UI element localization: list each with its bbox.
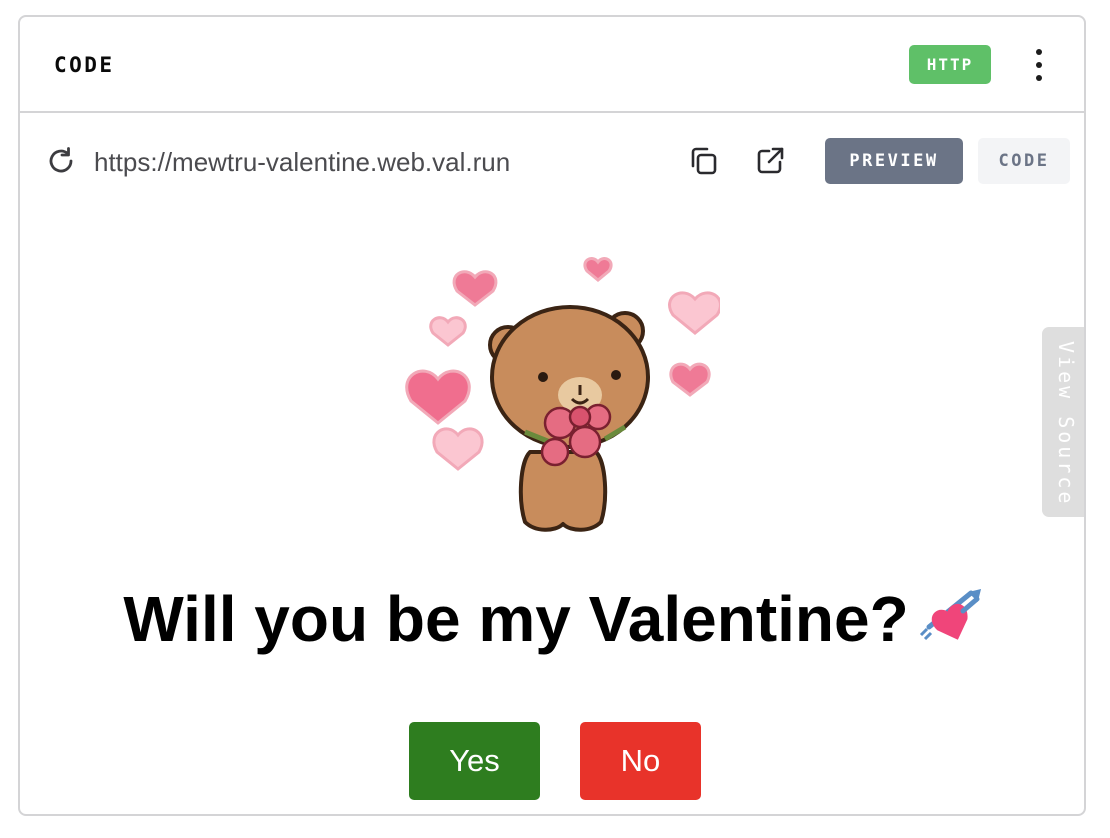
copy-icon[interactable] [687,144,721,178]
tab-preview[interactable]: PREVIEW [825,138,963,184]
refresh-icon[interactable] [46,146,76,176]
preview-toolbar: https://mewtru-valentine.web.val.run PRE… [20,113,1084,203]
val-card: CODE HTTP https://mewtru-valentine.web.v… [18,15,1086,816]
external-link-icon[interactable] [753,144,787,178]
card-header: CODE HTTP [20,17,1084,113]
preview-url[interactable]: https://mewtru-valentine.web.val.run [94,147,510,178]
bear-with-roses-image [405,257,720,532]
view-source-label: View Source [1054,341,1078,507]
kebab-dot [1036,49,1042,55]
yes-button[interactable]: Yes [409,722,540,800]
view-source-tab[interactable]: View Source [1042,327,1084,517]
no-button[interactable]: No [580,722,701,800]
question-text: Will you be my Valentine? [123,583,909,655]
card-title: CODE [54,53,115,77]
heart-with-arrow-emoji [919,589,981,641]
valentine-question: Will you be my Valentine? [20,582,1084,656]
http-badge: HTTP [909,45,991,84]
kebab-dot [1036,75,1042,81]
kebab-menu-icon[interactable] [1028,47,1050,83]
kebab-dot [1036,62,1042,68]
tab-code[interactable]: CODE [978,138,1070,184]
